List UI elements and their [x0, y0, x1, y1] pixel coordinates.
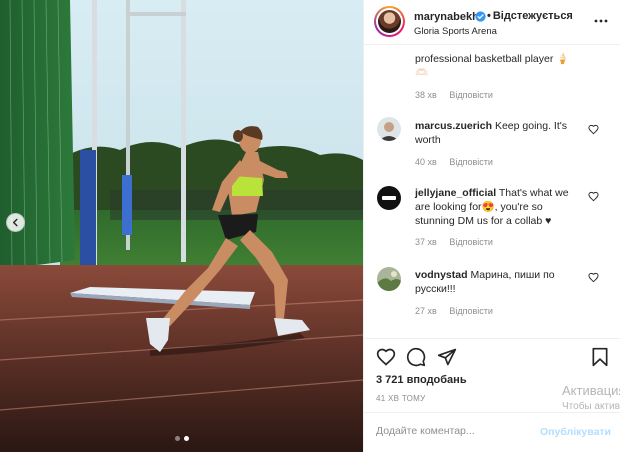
- author-username[interactable]: marynabekh: [414, 11, 479, 23]
- verified-badge-icon: [475, 11, 486, 22]
- avatar[interactable]: [374, 6, 405, 37]
- comment-input[interactable]: [376, 425, 536, 437]
- publish-button[interactable]: Опублікувати: [540, 426, 611, 438]
- chevron-left-icon: [12, 218, 18, 227]
- add-comment-bar: Опублікувати: [364, 412, 620, 452]
- comment-text: professional basketball player 🍦 🫶🏻: [415, 53, 570, 79]
- comment-username[interactable]: vodnystad: [415, 269, 468, 281]
- comment-meta: 38 хв Відповісти: [415, 90, 493, 100]
- like-count[interactable]: 3 721 вподобань: [376, 374, 467, 386]
- heart-icon[interactable]: [376, 347, 396, 367]
- comment-meta: 27 хв Відповісти: [415, 306, 493, 316]
- heart-icon[interactable]: [588, 124, 599, 135]
- avatar[interactable]: [377, 186, 401, 210]
- reply-button[interactable]: Відповісти: [449, 306, 493, 316]
- avatar[interactable]: [377, 267, 401, 291]
- carousel-indicator: [0, 436, 363, 441]
- comment-text: marcus.zuerich Keep going. It's worth: [415, 120, 568, 146]
- comment-meta: 37 хв Відповісти: [415, 237, 493, 247]
- comment-username[interactable]: jellyjane_official: [415, 187, 496, 199]
- heart-icon[interactable]: [588, 191, 599, 202]
- comment-bubble-icon[interactable]: [406, 347, 426, 367]
- heart-icon[interactable]: [588, 272, 599, 283]
- avatar[interactable]: [377, 117, 401, 141]
- post-location[interactable]: Gloria Sports Arena: [414, 26, 497, 37]
- reply-button[interactable]: Відповісти: [449, 157, 493, 167]
- paper-plane-icon[interactable]: [437, 347, 457, 367]
- athlete-photo: [0, 0, 363, 452]
- post-timestamp: 41 ХВ ТОМУ: [376, 394, 426, 403]
- post-photo[interactable]: [0, 0, 363, 452]
- comment-text: jellyjane_official That's what we are lo…: [415, 187, 569, 227]
- comment-age: 37 хв: [415, 237, 437, 247]
- carousel-dot-active: [183, 436, 189, 441]
- separator-dot: •: [487, 10, 491, 22]
- bookmark-icon[interactable]: [590, 347, 610, 367]
- reply-button[interactable]: Відповісти: [449, 90, 493, 100]
- comment-meta: 40 хв Відповісти: [415, 157, 493, 167]
- carousel-prev-button[interactable]: [6, 213, 25, 232]
- comment-age: 40 хв: [415, 157, 437, 167]
- comment-age: 27 хв: [415, 306, 437, 316]
- comment-text: vodnystad Марина, пиши по русски!!!: [415, 269, 555, 295]
- following-label: Відстежується: [492, 10, 573, 22]
- follow-status[interactable]: • Відстежується: [487, 10, 573, 22]
- post-details-panel: marynabekh • Відстежується Gloria Sports …: [363, 0, 620, 452]
- profile-picture: [378, 10, 401, 33]
- post-header: marynabekh • Відстежується Gloria Sports …: [364, 0, 620, 45]
- comment-age: 38 хв: [415, 90, 437, 100]
- post-actions: 3 721 вподобань 41 ХВ ТОМУ: [364, 338, 620, 412]
- reply-button[interactable]: Відповісти: [449, 237, 493, 247]
- more-options-icon[interactable]: [594, 14, 608, 28]
- carousel-dot: [174, 436, 180, 441]
- comment-username[interactable]: marcus.zuerich: [415, 120, 492, 132]
- comments-list[interactable]: professional basketball player 🍦 🫶🏻 38 хв…: [364, 46, 620, 338]
